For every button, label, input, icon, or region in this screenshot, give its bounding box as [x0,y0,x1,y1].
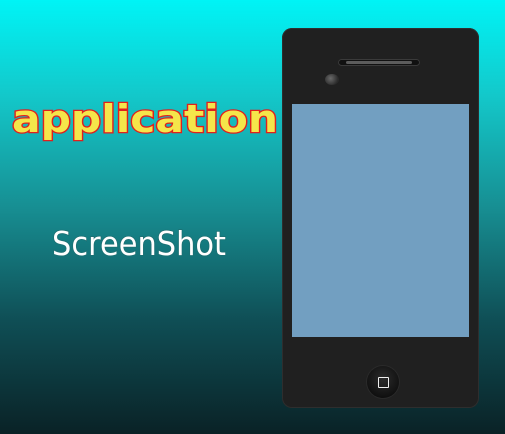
app-subtitle: ScreenShot [51,223,227,264]
app-title: application [11,96,280,143]
phone-screen [292,104,469,337]
app-title-text: application [12,97,278,141]
phone-camera-icon [325,74,339,85]
app-subtitle-text: ScreenShot [52,224,226,263]
phone-mockup [282,28,479,408]
phone-home-button[interactable] [367,366,399,398]
home-square-icon [378,377,389,388]
phone-speaker [338,59,420,66]
